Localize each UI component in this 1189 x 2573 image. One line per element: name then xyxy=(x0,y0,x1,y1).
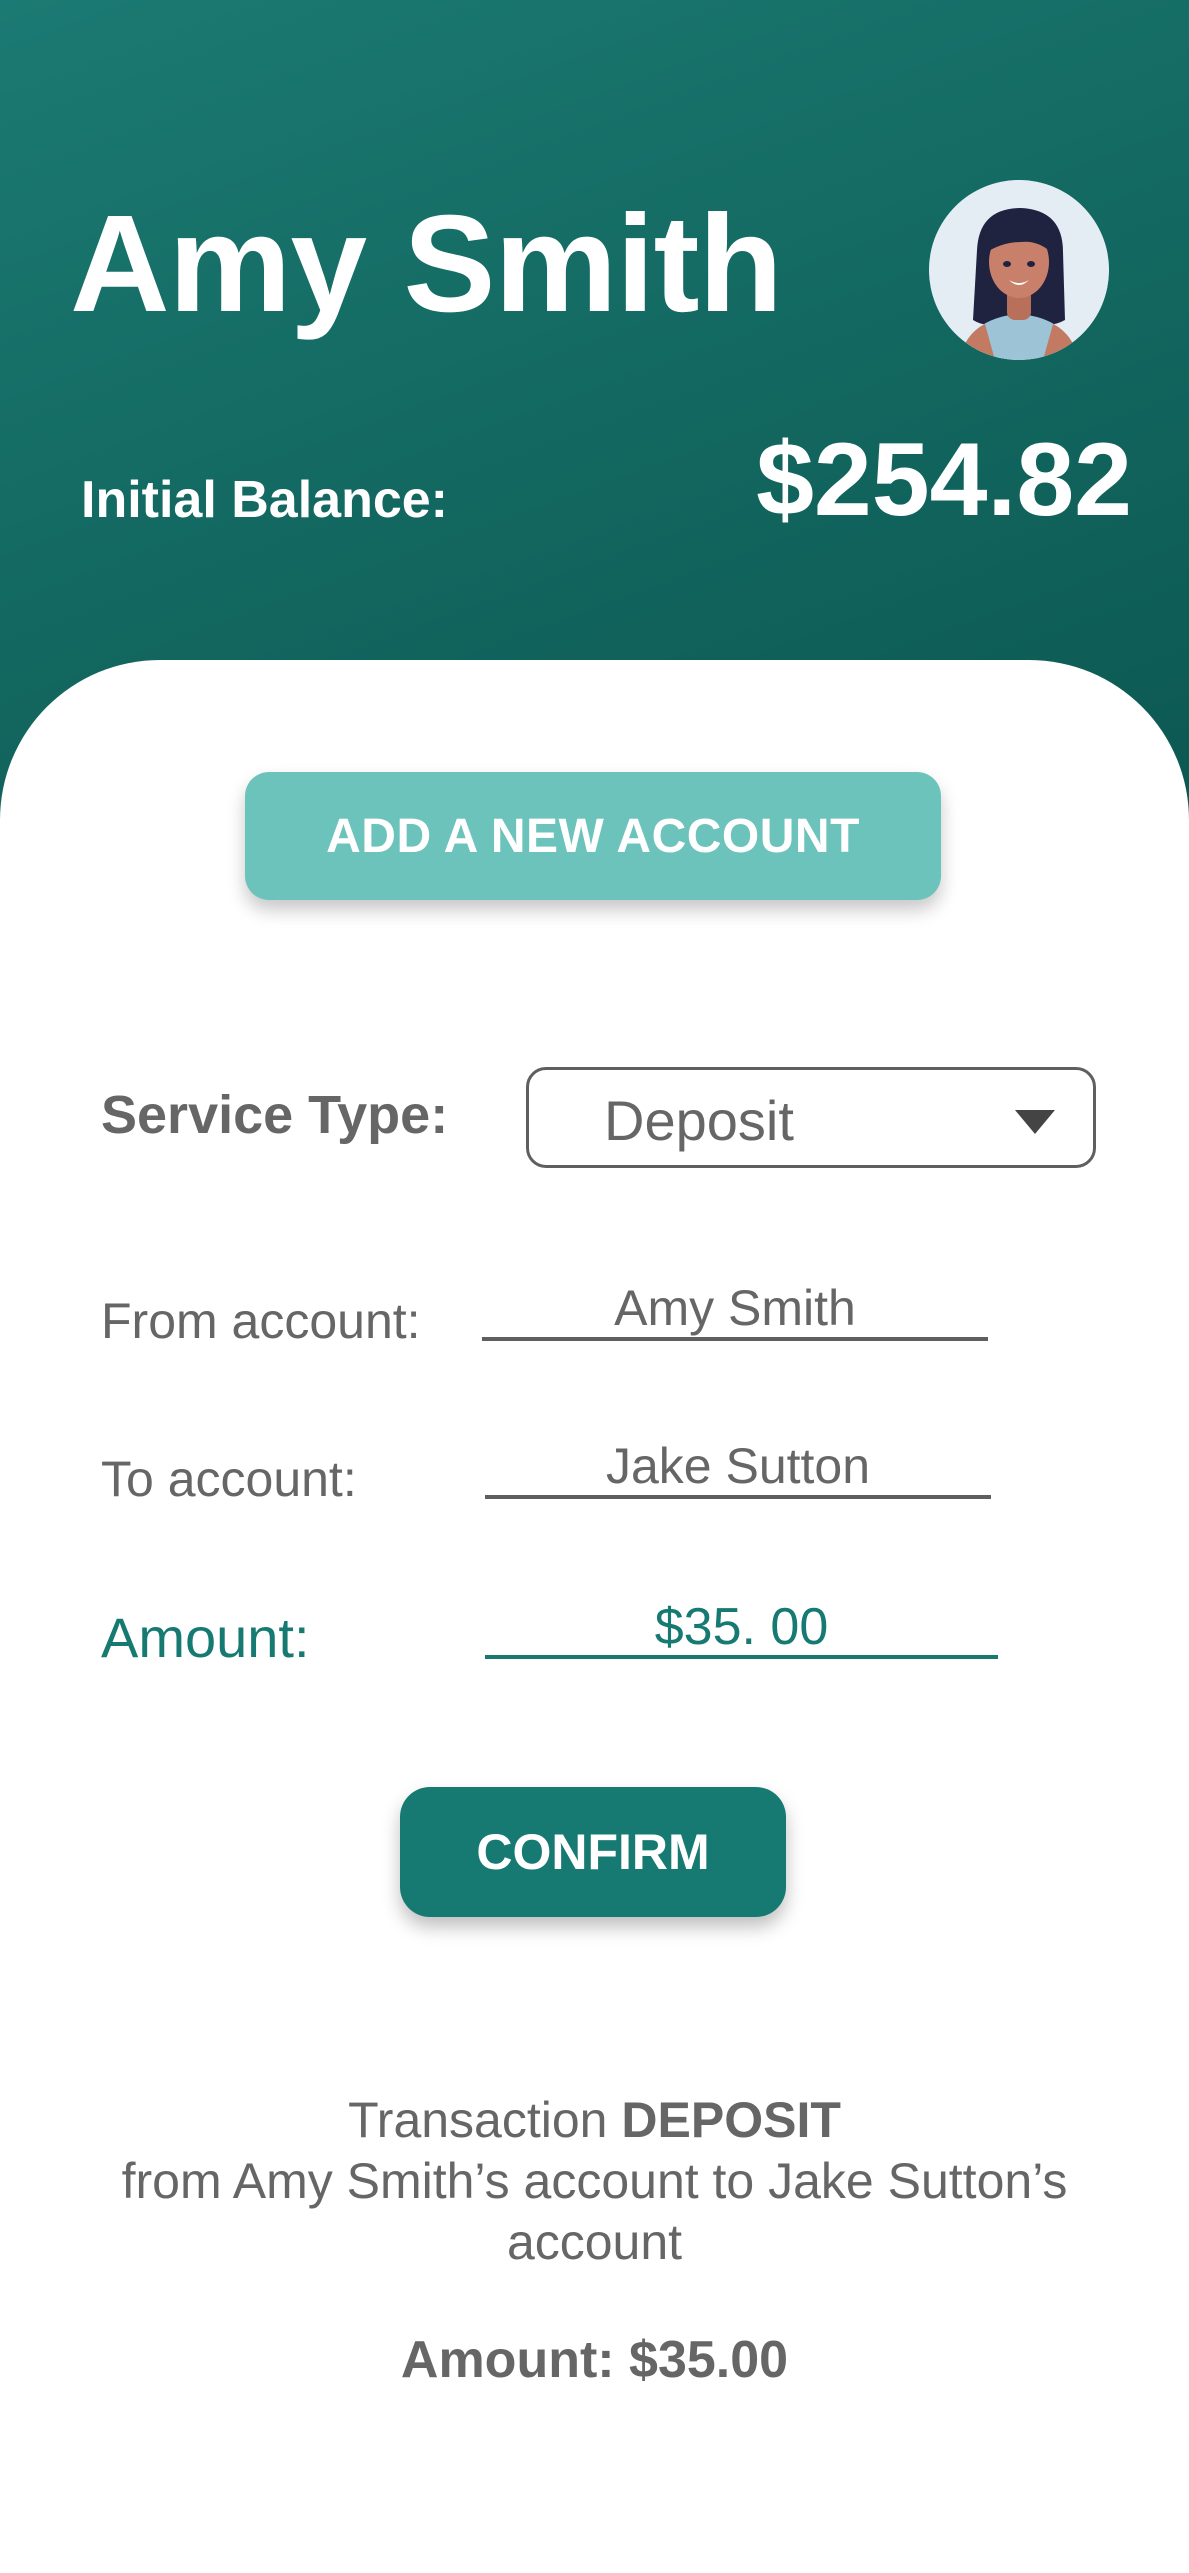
add-account-button[interactable]: ADD A NEW ACCOUNT xyxy=(245,772,941,900)
balance-value: $254.82 xyxy=(756,422,1132,538)
user-name: Amy Smith xyxy=(70,187,783,341)
amount-label: Amount: xyxy=(101,1606,310,1669)
to-account-label: To account: xyxy=(101,1451,357,1507)
summary-prefix: Transaction xyxy=(348,2092,622,2148)
summary-type: DEPOSIT xyxy=(621,2092,841,2148)
transaction-summary: Transaction DEPOSIT from Amy Smith’s acc… xyxy=(60,2090,1129,2273)
to-account-field[interactable]: Jake Sutton xyxy=(485,1437,991,1499)
avatar-portrait-icon xyxy=(929,180,1109,360)
service-type-label: Service Type: xyxy=(101,1085,449,1145)
confirm-button[interactable]: CONFIRM xyxy=(400,1787,786,1917)
summary-amount: Amount: $35.00 xyxy=(400,2331,789,2389)
avatar[interactable] xyxy=(929,180,1109,360)
service-type-select[interactable]: Deposit xyxy=(526,1067,1096,1168)
from-account-label: From account: xyxy=(101,1293,421,1349)
balance-label: Initial Balance: xyxy=(81,471,448,529)
summary-details: from Amy Smith’s account to Jake Sutton’… xyxy=(121,2153,1068,2270)
caret-down-icon xyxy=(1015,1110,1055,1134)
service-type-value: Deposit xyxy=(604,1089,794,1152)
from-account-field[interactable]: Amy Smith xyxy=(482,1279,988,1341)
amount-field[interactable]: $35. 00 xyxy=(485,1597,998,1659)
